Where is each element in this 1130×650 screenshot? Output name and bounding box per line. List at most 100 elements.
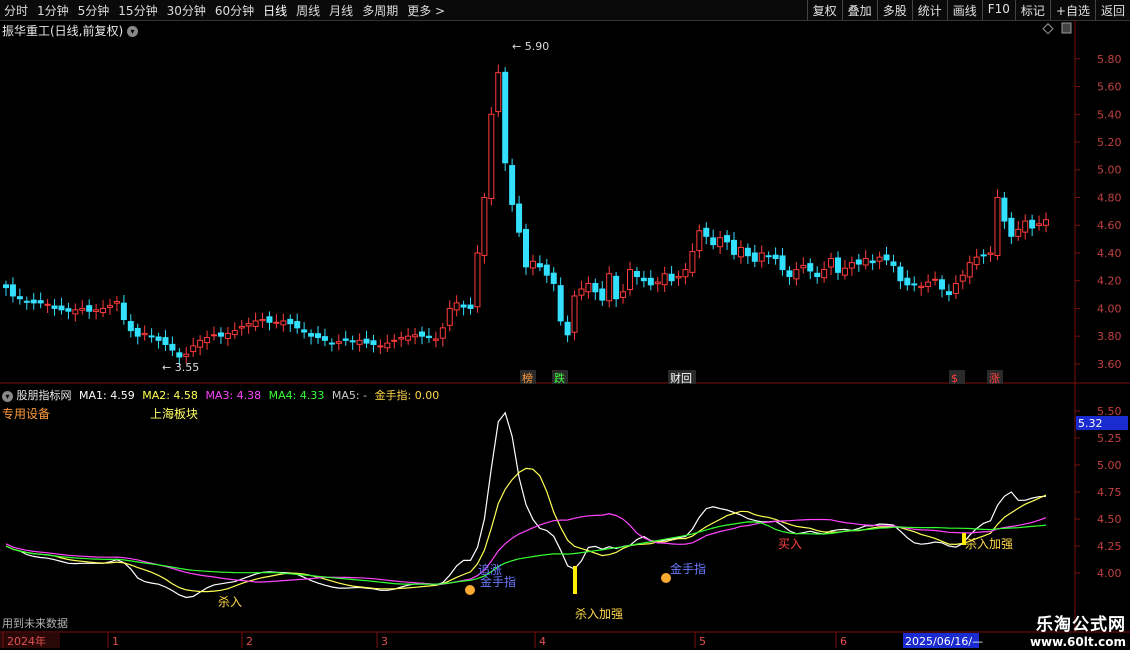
- candle-body-83: [578, 288, 585, 296]
- candle-body-64: [446, 307, 453, 326]
- candle-body-129: [897, 266, 904, 282]
- ind-tick-label-4: 4.50: [1097, 513, 1122, 526]
- price-tick-label-3: 5.20: [1097, 136, 1122, 149]
- future-data-note: 用到未来数据: [2, 617, 68, 630]
- candle-body-94: [654, 281, 661, 285]
- candle-body-69: [481, 196, 488, 256]
- candle-body-130: [904, 277, 911, 286]
- candle-body-109: [758, 252, 765, 262]
- candle-body-123: [855, 259, 862, 265]
- chart-canvas[interactable]: 5.80 5.60 5.40 5.20 5.00 4.80 4.60 4.40 4.20 4.00…: [0, 0, 1130, 650]
- candle-body-18: [127, 321, 134, 332]
- candle-body-38: [266, 316, 273, 323]
- candle-body-131: [911, 283, 918, 286]
- candle-body-28: [197, 339, 204, 348]
- candle-body-88: [613, 275, 620, 300]
- candle-body-36: [252, 320, 259, 327]
- price-tick-label-6: 4.60: [1097, 219, 1122, 232]
- candle-body-24: [169, 343, 176, 351]
- candle-body-60: [419, 331, 425, 337]
- current-date-label: 2025/06/16/—: [905, 635, 983, 648]
- signal-annotation-3: 杀入加强: [575, 606, 623, 621]
- candle-body-92: [640, 277, 647, 282]
- candle-body-104: [724, 235, 731, 243]
- candle-body-71: [495, 72, 502, 113]
- sector-label: 专用设备: [2, 407, 51, 421]
- signal-annotation-5: 买入: [778, 537, 802, 551]
- candle-body-7: [51, 305, 58, 309]
- candle-body-45: [315, 333, 321, 339]
- price-tick-label-9: 4.00: [1097, 302, 1122, 315]
- candle-body-78: [543, 264, 550, 276]
- low-price-label: ← 3.55: [162, 361, 199, 374]
- candle-body-75: [523, 228, 529, 268]
- event-marker-3: $: [951, 372, 958, 385]
- candle-body-100: [696, 230, 703, 252]
- candle-body-8: [58, 305, 65, 311]
- candle-body-144: [1001, 197, 1008, 222]
- candle-body-35: [245, 323, 252, 327]
- price-tick-label-10: 3.80: [1097, 330, 1122, 343]
- candle-body-149: [1036, 223, 1043, 226]
- candle-body-74: [516, 203, 523, 233]
- block-label: 上海板块: [150, 407, 199, 421]
- hand-pointer-icon-1: [661, 573, 671, 583]
- candle-body-39: [273, 321, 280, 324]
- candle-body-67: [467, 304, 474, 309]
- time-label-5: 5: [699, 635, 706, 648]
- time-label-3: 3: [381, 635, 388, 648]
- watermark-url: www.60lt.com: [1029, 635, 1126, 649]
- candle-body-81: [564, 321, 571, 336]
- event-marker-2: 财回: [670, 371, 692, 385]
- candle-body-61: [425, 335, 432, 339]
- candle-body-120: [835, 257, 841, 273]
- candle-body-34: [238, 325, 245, 329]
- ma3-value: MA3: 4.38: [205, 389, 262, 402]
- candle-body-117: [814, 272, 821, 278]
- candle-body-50: [349, 340, 356, 343]
- candle-body-115: [800, 264, 807, 269]
- indicator-legend: ▾ 股朋指标网 MA1: 4.59 MA2: 4.58 MA3: 4.38 MA…: [2, 387, 439, 403]
- candle-body-90: [627, 269, 633, 291]
- signal-bar-1: [573, 566, 577, 594]
- candle-body-6: [44, 303, 51, 306]
- candle-body-66: [460, 304, 467, 308]
- candle-body-41: [287, 318, 294, 325]
- watermark-title: 乐淘公式网: [1036, 615, 1126, 635]
- candle-body-51: [356, 339, 363, 345]
- candle-body-107: [744, 247, 751, 257]
- candle-body-99: [689, 251, 696, 273]
- time-label-4: 4: [539, 635, 546, 648]
- jsz-value: 金手指: 0.00: [374, 389, 440, 402]
- price-tick-label-5: 4.80: [1097, 191, 1122, 204]
- ma1-line: [5, 411, 1047, 599]
- candle-body-127: [883, 254, 890, 261]
- candle-body-85: [592, 283, 599, 293]
- candle-body-73: [509, 165, 516, 205]
- signal-annotation-2: 金手指: [480, 574, 516, 589]
- candle-body-132: [918, 285, 925, 289]
- candle-body-3: [23, 300, 30, 303]
- watermark: 乐淘公式网 www.60lt.com: [1030, 610, 1126, 649]
- current-value-label: 5.32: [1078, 417, 1103, 430]
- time-label-1: 1: [112, 635, 119, 648]
- candle-body-23: [162, 337, 169, 345]
- candle-body-125: [869, 260, 876, 264]
- candle-body-32: [224, 332, 231, 339]
- candle-body-89: [620, 291, 627, 298]
- candle-body-101: [703, 227, 710, 237]
- candle-body-19: [134, 327, 141, 337]
- candle-body-26: [183, 353, 190, 357]
- chevron-down-icon[interactable]: ▾: [2, 390, 13, 402]
- candle-body-148: [1029, 219, 1036, 229]
- signal-annotation-4: 金手指: [670, 561, 706, 576]
- time-label-0: 2024年: [7, 634, 46, 648]
- ind-tick-label-3: 4.75: [1097, 486, 1122, 499]
- candle-body-21: [148, 335, 155, 338]
- ind-tick-label-1: 5.25: [1097, 432, 1122, 445]
- event-marker-4: 涨: [989, 372, 1000, 385]
- candle-body-112: [779, 255, 786, 271]
- signal-annotation-0: 杀入: [218, 594, 242, 609]
- ind-tick-label-5: 4.25: [1097, 540, 1122, 553]
- candle-body-95: [661, 273, 668, 286]
